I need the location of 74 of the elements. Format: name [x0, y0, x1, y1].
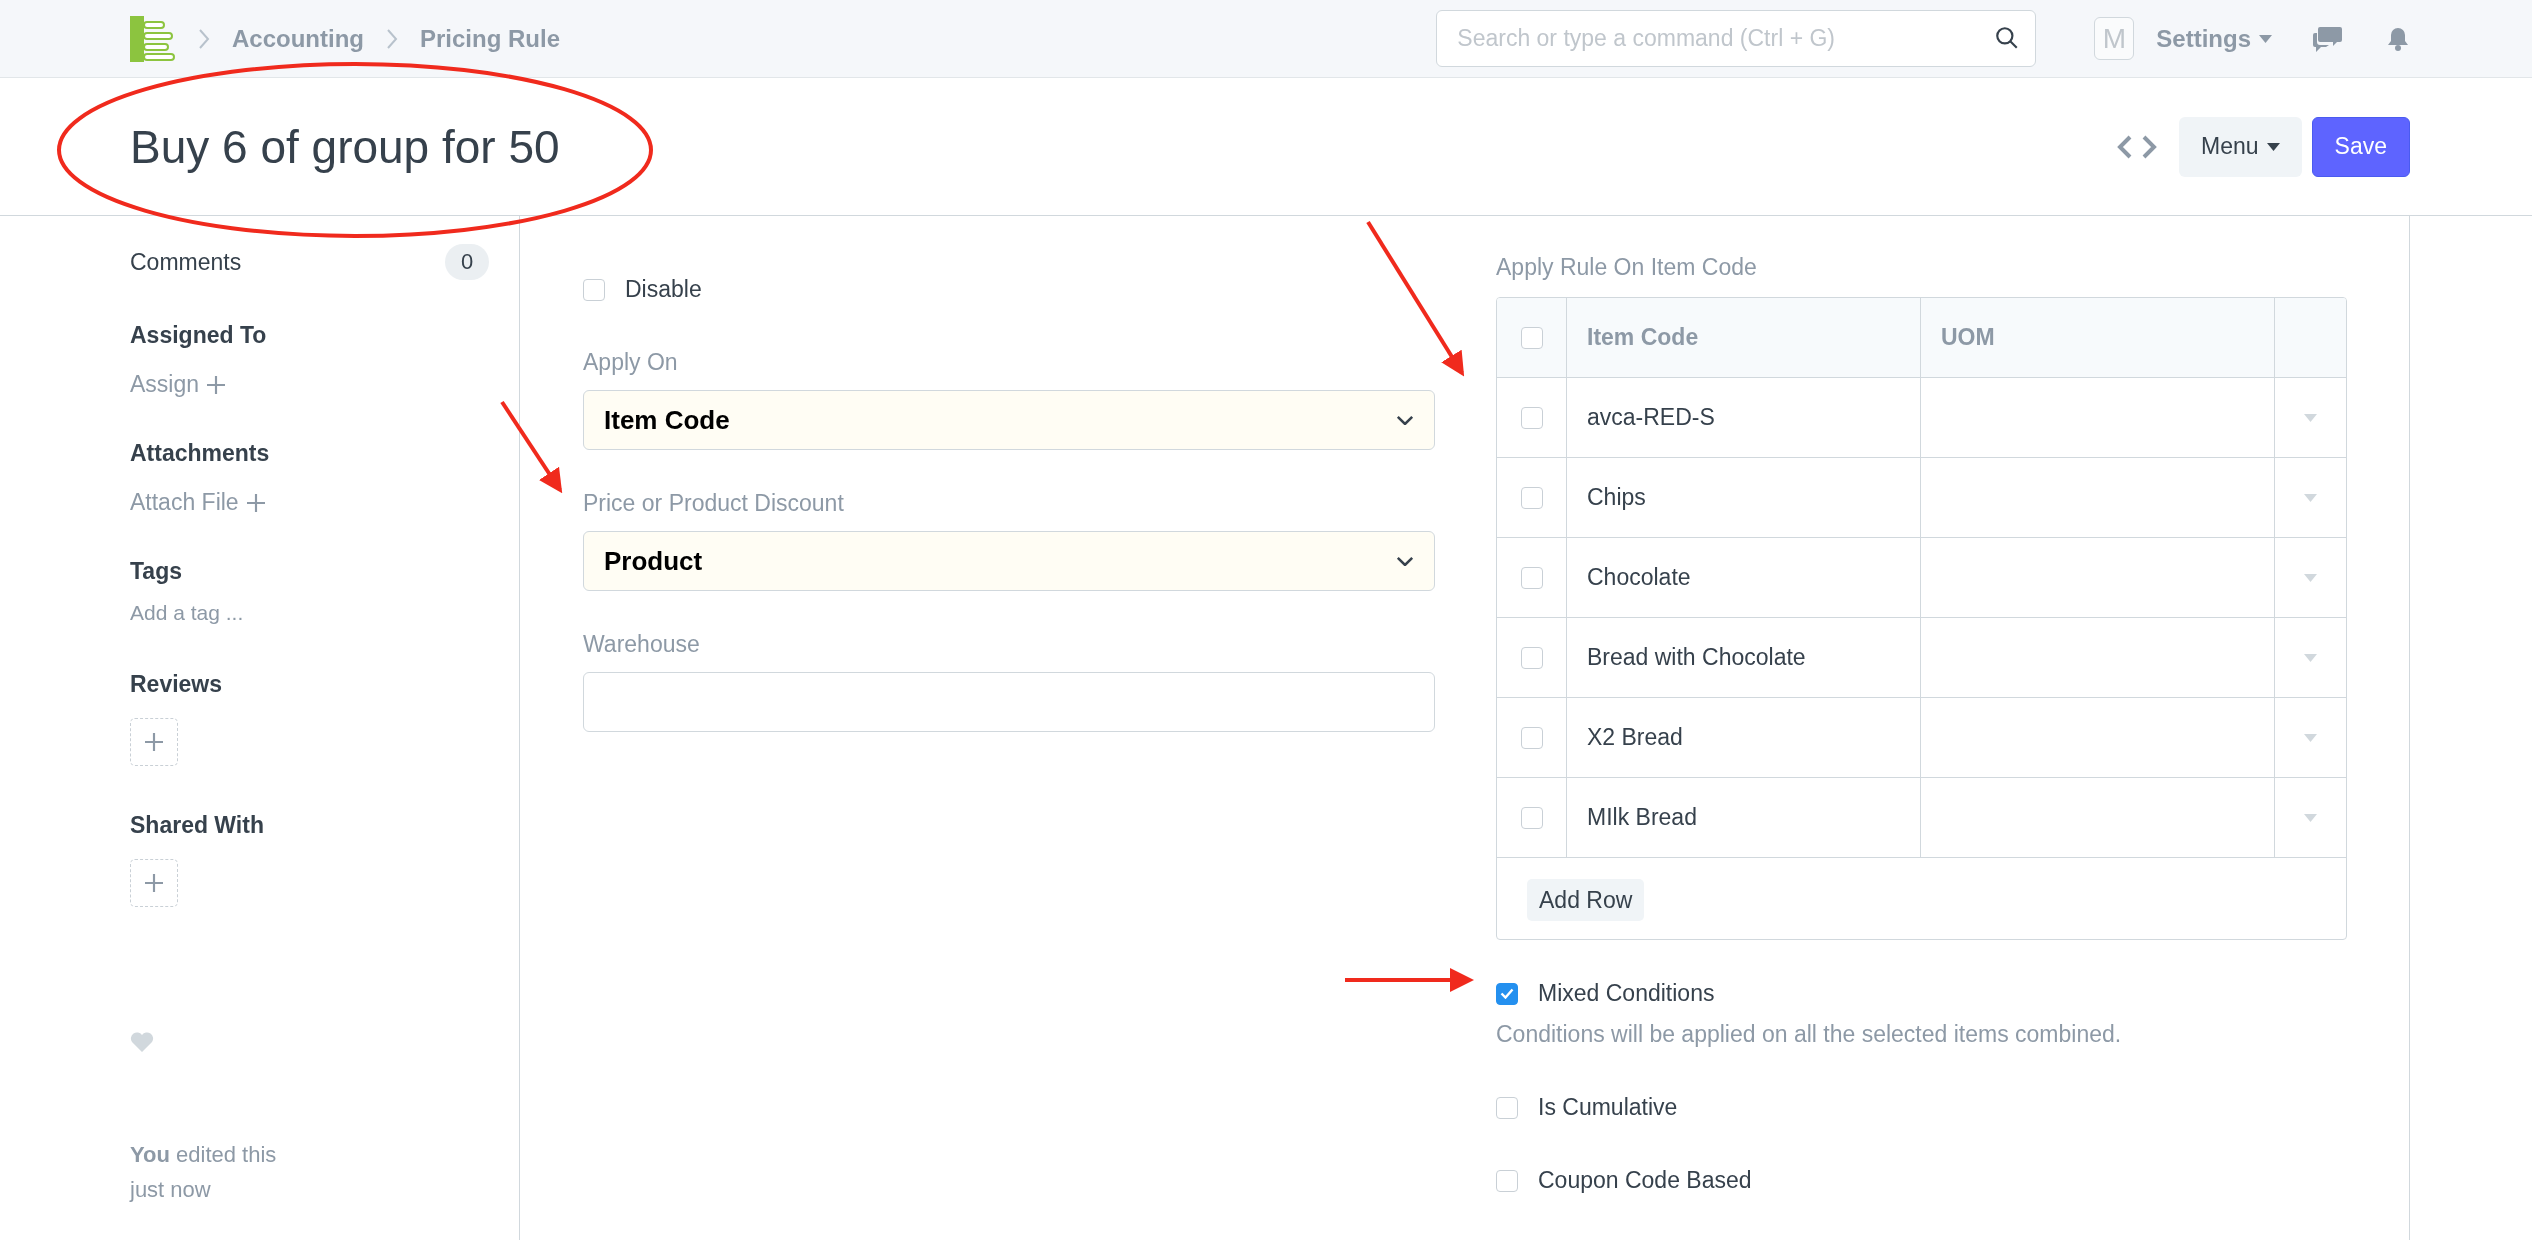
checkbox[interactable] — [1520, 326, 1543, 349]
table-cell: X2 Bread — [1567, 698, 1921, 777]
table-cell: Bread with Chocolate — [1567, 618, 1921, 697]
column-header: Item Code — [1567, 298, 1921, 377]
field-label: Price or Product Discount — [583, 490, 845, 517]
sidebar-link[interactable]: Assign — [130, 371, 226, 398]
checkbox-label: Disable — [625, 276, 702, 303]
field-label: Warehouse — [583, 631, 701, 658]
save-button[interactable]: Save — [2311, 116, 2410, 177]
checkbox-label: Is Cumulative — [1538, 1094, 1678, 1121]
table-cell: avca-RED-S — [1567, 378, 1921, 457]
app-logo[interactable] — [130, 15, 176, 62]
checkbox-label: Coupon Code Based — [1538, 1167, 1752, 1194]
checkbox[interactable] — [1520, 486, 1543, 509]
caret-icon — [2304, 493, 2317, 502]
comments-label: Comments — [130, 248, 242, 276]
caret-icon — [2304, 413, 2317, 422]
checkbox[interactable] — [1520, 406, 1543, 429]
table-label: Apply Rule On Item Code — [1496, 254, 1758, 281]
checkbox[interactable] — [1496, 982, 1518, 1005]
caret-icon — [2304, 653, 2317, 662]
sidebar-link[interactable]: Attach File — [130, 489, 265, 516]
plus-icon — [145, 733, 163, 751]
breadcrumb-link[interactable]: Accounting — [232, 24, 364, 53]
heart-icon[interactable] — [130, 1031, 154, 1053]
help-text: Conditions will be applied on all the selected items combined. — [1496, 1021, 2123, 1048]
table-cell: Chips — [1567, 458, 1921, 537]
section-title: Attachments — [130, 440, 270, 467]
field-label: Apply On — [583, 349, 679, 376]
user-avatar[interactable]: M — [2094, 17, 2135, 60]
checkbox-label: Mixed Conditions — [1538, 980, 1715, 1007]
check-icon — [1500, 988, 1514, 999]
select-field[interactable]: Item Code — [583, 390, 1435, 450]
breadcrumb-link[interactable]: Pricing Rule — [420, 24, 561, 53]
select-field[interactable]: Product — [583, 531, 1435, 591]
checkbox[interactable] — [1496, 1096, 1518, 1119]
add-tag-link[interactable]: Add a tag ... — [130, 601, 244, 625]
input-field[interactable] — [583, 672, 1435, 732]
section-title: Assigned To — [130, 322, 267, 349]
checkbox[interactable] — [1520, 806, 1543, 829]
chevron-right-icon — [198, 27, 210, 50]
section-title: Reviews — [130, 671, 223, 698]
search-field[interactable]: Search or type a command (Ctrl + G) — [1436, 10, 2037, 67]
add-button[interactable] — [130, 718, 178, 766]
chevron-down-icon — [1396, 414, 1414, 426]
checkbox[interactable] — [583, 278, 605, 301]
caret-icon — [2259, 34, 2272, 43]
settings-dropdown[interactable]: Settings — [2156, 24, 2272, 53]
checkbox[interactable] — [1520, 566, 1543, 589]
chevron-right-icon — [386, 27, 398, 50]
add-button[interactable] — [130, 859, 178, 907]
section-title: Tags — [130, 558, 182, 585]
checkbox[interactable] — [1520, 646, 1543, 669]
notification-bell-icon[interactable] — [2386, 25, 2410, 52]
comment-count: 0 — [445, 244, 489, 280]
column-header: UOM — [1921, 298, 2275, 377]
checkbox[interactable] — [1520, 726, 1543, 749]
section-title: Shared With — [130, 812, 264, 839]
table-cell: Chocolate — [1567, 538, 1921, 617]
activity-text: You edited this just now — [130, 1141, 278, 1204]
chevron-down-icon — [1396, 555, 1414, 567]
checkbox[interactable] — [1496, 1169, 1518, 1192]
plus-icon — [145, 874, 163, 892]
plus-icon — [207, 375, 226, 394]
page-title: Buy 6 of group for 50 — [130, 119, 561, 174]
plus-icon — [246, 493, 265, 512]
menu-button[interactable]: Menu — [2179, 116, 2302, 177]
table-cell: MIlk Bread — [1567, 778, 1921, 857]
caret-icon — [2266, 142, 2280, 151]
chat-icon[interactable] — [2312, 24, 2344, 53]
caret-icon — [2304, 813, 2317, 822]
caret-icon — [2304, 573, 2317, 582]
add-row-button[interactable]: Add Row — [1527, 879, 1645, 921]
caret-icon — [2304, 733, 2317, 742]
